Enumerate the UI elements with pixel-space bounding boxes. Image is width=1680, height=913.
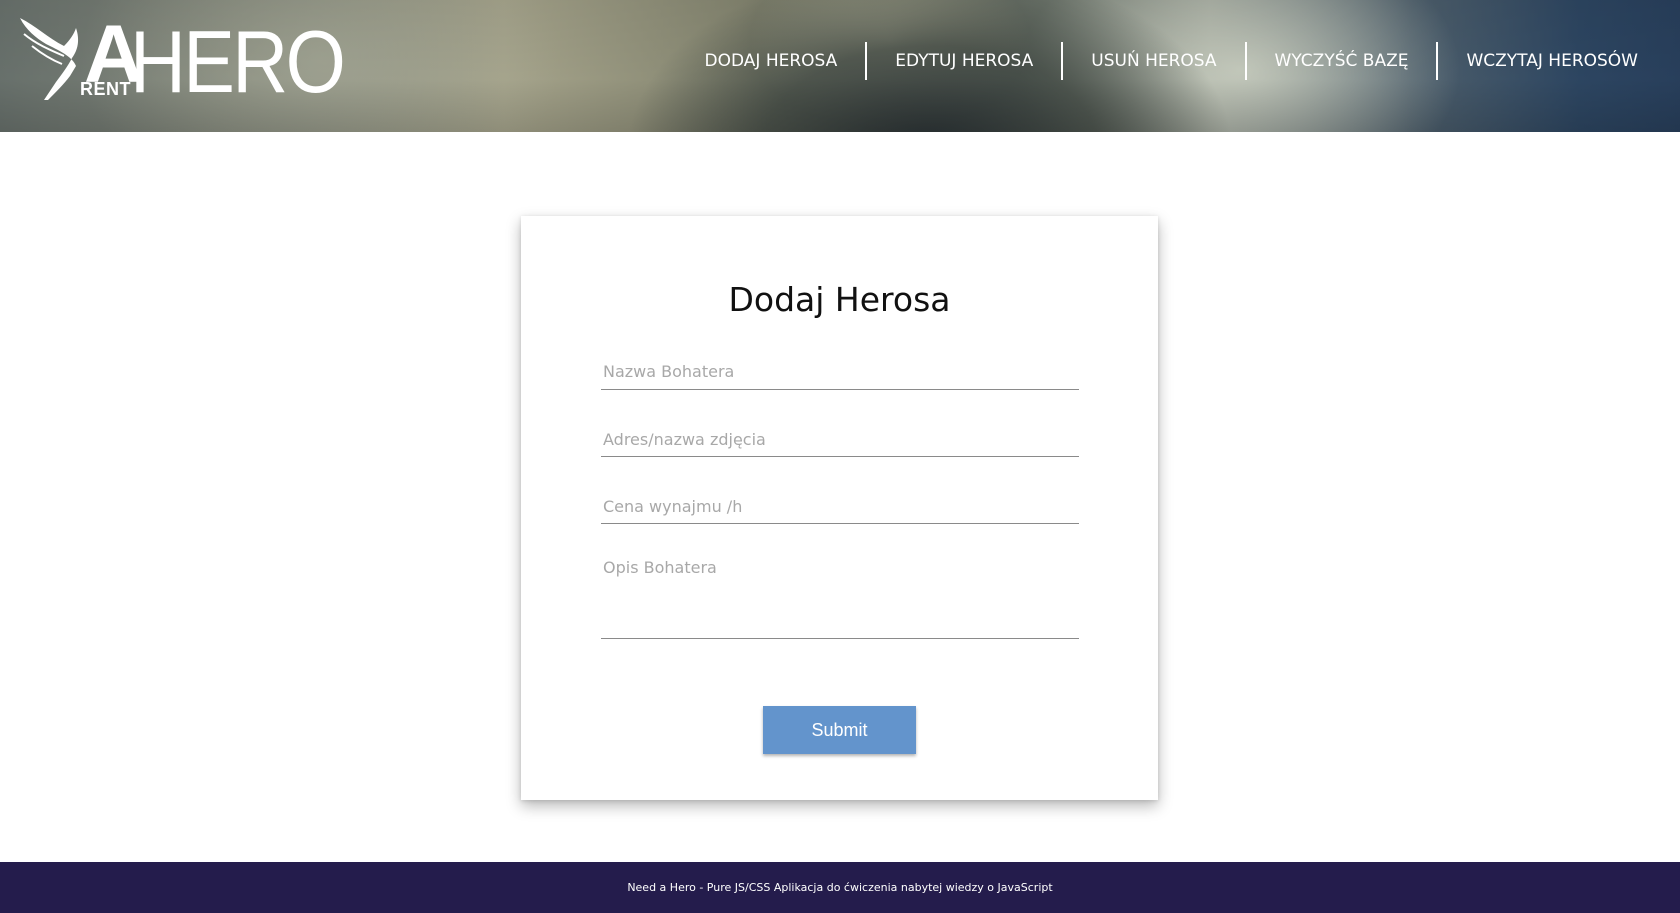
hero-name-input[interactable] — [601, 354, 1079, 390]
main-nav: DODAJ HEROSA EDYTUJ HEROSA USUŃ HEROSA W… — [677, 42, 1666, 80]
hero-image-input[interactable] — [601, 422, 1079, 457]
header: A RENT HERO DODAJ HEROSA EDYTUJ HEROSA U… — [0, 0, 1680, 132]
logo-hero-text: HERO — [130, 12, 346, 111]
footer: Need a Hero - Pure JS/CSS Aplikacja do ć… — [0, 862, 1680, 913]
logo-rent-text: RENT — [80, 79, 131, 99]
nav-item-usun-herosa[interactable]: USUŃ HEROSA — [1063, 42, 1244, 80]
site-logo[interactable]: A RENT HERO — [18, 12, 358, 111]
form-title: Dodaj Herosa — [728, 280, 951, 319]
footer-text: Need a Hero - Pure JS/CSS Aplikacja do ć… — [627, 881, 1053, 894]
nav-item-wczytaj-herosow[interactable]: WCZYTAJ HEROSÓW — [1438, 42, 1666, 80]
add-hero-form-card: Dodaj Herosa Submit — [521, 216, 1158, 800]
submit-button[interactable]: Submit — [763, 706, 916, 754]
nav-item-dodaj-herosa[interactable]: DODAJ HEROSA — [677, 42, 866, 80]
nav-item-edytuj-herosa[interactable]: EDYTUJ HEROSA — [867, 42, 1061, 80]
nav-item-wyczysc-baze[interactable]: WYCZYŚĆ BAZĘ — [1247, 42, 1437, 80]
hero-price-input[interactable] — [601, 489, 1079, 524]
hero-description-textarea[interactable] — [601, 557, 1079, 639]
